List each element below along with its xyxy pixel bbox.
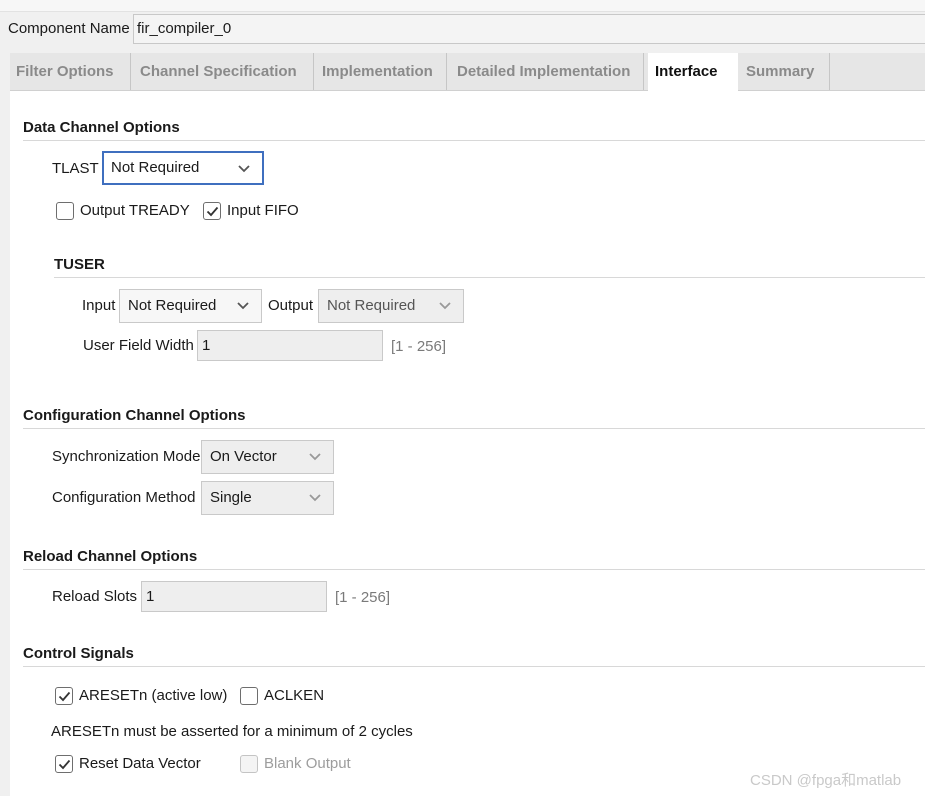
output-tready-checkbox[interactable] — [56, 202, 74, 220]
divider — [23, 569, 925, 570]
chevron-down-icon — [309, 453, 321, 461]
divider — [23, 428, 925, 429]
aresetn-label: ARESETn (active low) — [79, 687, 228, 704]
watermark: CSDN @fpga和matlab — [750, 772, 902, 789]
tuser-title: TUSER — [54, 256, 105, 273]
aresetn-checkbox[interactable] — [55, 687, 73, 705]
blank-output-checkbox[interactable] — [240, 755, 258, 773]
sync-mode-select-value: On Vector — [210, 448, 277, 465]
divider — [23, 666, 925, 667]
checkmark-icon — [206, 206, 219, 217]
tlast-select[interactable]: Not Required — [102, 151, 264, 185]
tab-implementation[interactable]: Implementation — [316, 53, 447, 90]
tuser-input-select-value: Not Required — [128, 297, 217, 314]
tuser-output-select-value: Not Required — [327, 297, 416, 314]
input-fifo-label: Input FIFO — [227, 202, 299, 219]
tab-detailed-implementation[interactable]: Detailed Implementation — [451, 53, 644, 90]
checkmark-icon — [58, 691, 71, 702]
output-tready-label: Output TREADY — [80, 202, 190, 219]
data-channel-title: Data Channel Options — [23, 119, 180, 136]
reload-channel-title: Reload Channel Options — [23, 548, 198, 565]
tab-channel-specification[interactable]: Channel Specification — [134, 53, 314, 90]
reload-slots-range: [1 - 256] — [335, 589, 391, 606]
config-method-select-value: Single — [210, 489, 252, 506]
chevron-down-icon — [309, 494, 321, 502]
chevron-down-icon — [238, 165, 250, 173]
tab-interface[interactable]: Interface — [648, 53, 738, 91]
sync-mode-select[interactable]: On Vector — [201, 440, 334, 474]
chevron-down-icon — [439, 302, 451, 310]
blank-output-label: Blank Output — [264, 755, 351, 772]
tab-filter-options[interactable]: Filter Options — [10, 53, 131, 90]
window-top-strip — [0, 0, 925, 12]
config-method-select[interactable]: Single — [201, 481, 334, 515]
sync-mode-label: Synchronization Mode — [52, 448, 201, 465]
control-signals-title: Control Signals — [23, 645, 134, 662]
aclken-checkbox[interactable] — [240, 687, 258, 705]
reload-slots-label: Reload Slots — [52, 588, 138, 605]
config-channel-title: Configuration Channel Options — [23, 407, 246, 424]
aresetn-note: ARESETn must be asserted for a minimum o… — [51, 723, 413, 740]
input-fifo-checkbox[interactable] — [203, 202, 221, 220]
component-name-input[interactable]: fir_compiler_0 — [133, 14, 925, 44]
user-field-width-input[interactable]: 1 — [197, 330, 383, 361]
chevron-down-icon — [237, 302, 249, 310]
aclken-label: ACLKEN — [264, 687, 325, 704]
reload-slots-input[interactable]: 1 — [141, 581, 327, 612]
tlast-select-value: Not Required — [111, 159, 200, 176]
tab-summary[interactable]: Summary — [740, 53, 830, 90]
reset-data-vector-checkbox[interactable] — [55, 755, 73, 773]
user-field-width-range: [1 - 256] — [391, 338, 447, 355]
tuser-input-label: Input — [82, 297, 116, 314]
reset-data-vector-label: Reset Data Vector — [79, 755, 201, 772]
checkmark-icon — [58, 759, 71, 770]
divider — [23, 140, 925, 141]
tuser-output-select[interactable]: Not Required — [318, 289, 464, 323]
user-field-width-label: User Field Width — [83, 337, 194, 354]
tuser-input-select[interactable]: Not Required — [119, 289, 262, 323]
component-name-label: Component Name — [8, 20, 130, 37]
config-method-label: Configuration Method — [52, 489, 196, 506]
tuser-output-label: Output — [268, 297, 314, 314]
tlast-label: TLAST — [52, 160, 99, 177]
divider — [54, 277, 925, 278]
